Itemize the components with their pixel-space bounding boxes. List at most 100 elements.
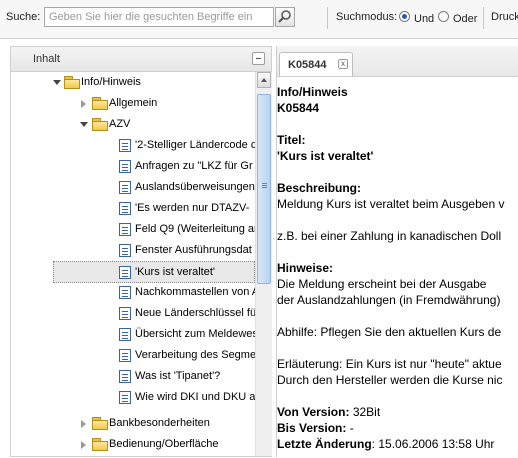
folder-icon <box>92 417 108 430</box>
letzte-aenderung-value: : 15.06.2006 13:58 Uhr <box>371 437 495 451</box>
search-label: Suche: <box>6 11 41 23</box>
hinweise-label: Hinweise: <box>277 261 334 275</box>
magnifier-icon <box>278 10 291 23</box>
tree-node-bankbesonderheiten[interactable]: Bankbesonderheiten <box>11 413 255 435</box>
document-icon <box>119 307 131 320</box>
mode-oder-label: Oder <box>453 13 478 25</box>
tree-node-doc[interactable]: '2-Stelliger Ländercode d <box>11 135 255 157</box>
abhilfe-text: Abhilfe: Pflegen Sie den aktuellen Kurs … <box>277 325 502 339</box>
tree-node-doc[interactable]: Fenster Ausführungsdat <box>11 240 255 262</box>
hinweise-text: Die Meldung erscheint bei der Ausgabe <box>277 277 487 291</box>
toolbar: Suche: Suchmodus: Und Oder Druck <box>0 0 518 39</box>
expand-toggle-icon[interactable] <box>80 122 88 127</box>
tab-close-icon[interactable]: x <box>338 59 348 69</box>
bis-version-value: - <box>349 421 354 435</box>
letzte-aenderung-row: Letzte Änderung: 15.06.2006 13:58 Uhr <box>277 436 494 452</box>
document-icon <box>119 244 131 257</box>
search-mode-label: Suchmodus: <box>336 11 398 23</box>
mode-und-radio[interactable] <box>399 11 410 22</box>
collapse-toggle-icon[interactable] <box>81 441 86 449</box>
letzte-aenderung-label: Letzte Änderung <box>277 437 372 451</box>
beschreibung-label: Beschreibung: <box>277 181 362 195</box>
topic-id: K05844 <box>277 101 320 115</box>
topic-content: Info/Hinweis K05844 Titel: 'Kurs ist ver… <box>277 84 518 457</box>
tree-node-label: Was ist 'Tipanet'? <box>135 370 221 382</box>
von-version-label: Von Version: <box>277 405 350 419</box>
tree-node-label: Verarbeitung des Segme <box>135 349 255 361</box>
scrollbar-thumb[interactable] <box>257 94 271 284</box>
folder-open-icon <box>64 76 80 89</box>
titel-label: Titel: <box>277 133 306 147</box>
tree-node-label: Neue Länderschlüssel fü <box>135 307 255 319</box>
document-icon <box>119 328 131 341</box>
expand-toggle-icon[interactable] <box>53 80 61 85</box>
tree-node-selected[interactable]: 'Kurs ist veraltet' <box>53 261 255 283</box>
mode-und-label: Und <box>414 13 435 25</box>
bis-version-label: Bis Version: <box>277 421 347 435</box>
von-version-row: Von Version: 32Bit <box>277 404 380 420</box>
collapse-toggle-icon[interactable] <box>81 420 86 428</box>
tree-node-bedienung[interactable]: Bedienung/Oberfläche <box>11 434 255 456</box>
scroll-up-arrow-icon[interactable] <box>257 72 271 88</box>
topic-category: Info/Hinweis <box>277 85 348 99</box>
tree-node-doc[interactable]: Neue Länderschlüssel fü <box>11 303 255 325</box>
tree-node-doc[interactable]: Feld Q9 (Weiterleitung an <box>11 219 255 241</box>
tab-label: K05844 <box>288 59 327 71</box>
folder-icon <box>92 97 108 110</box>
document-icon <box>119 160 131 173</box>
document-icon <box>119 223 131 236</box>
tree-node-info-hinweis[interactable]: Info/Hinweis <box>11 72 255 94</box>
tree-node-label: Nachkommastellen von A <box>135 286 255 298</box>
contents-title: Inhalt <box>33 53 60 65</box>
tree-node-allgemein[interactable]: Allgemein <box>11 93 255 115</box>
tree-node-label: Übersicht zum Meldewes <box>135 328 255 340</box>
tab-bar: K05844 x <box>277 46 518 77</box>
tree-node-label: Fenster Ausführungsdat <box>135 244 252 256</box>
tree-node-doc[interactable]: Übersicht zum Meldewes <box>11 324 255 346</box>
tree-node-doc[interactable]: Verarbeitung des Segme <box>11 345 255 367</box>
tree-node-label: Info/Hinweis <box>81 76 141 88</box>
tree-node-label: '2-Stelliger Ländercode d <box>135 139 255 151</box>
bis-version-row: Bis Version: - <box>277 420 354 436</box>
collapse-button[interactable] <box>252 52 265 65</box>
search-input[interactable] <box>44 7 274 27</box>
tree-scrollbar[interactable] <box>255 72 272 456</box>
von-version-value: 32Bit <box>352 405 381 419</box>
tree-node-label: AZV <box>109 118 131 130</box>
hinweise-text: der Auslandzahlungen (in Fremdwährung) <box>277 293 501 307</box>
tree-node-label: Allgemein <box>109 97 158 109</box>
tree-node-label: Auslandsüberweisungen <box>135 181 255 193</box>
document-icon <box>119 286 131 299</box>
tree-node-doc[interactable]: Was ist 'Tipanet'? <box>11 366 255 388</box>
topic-panel: K05844 x Info/Hinweis K05844 Titel: 'Kur… <box>276 46 518 457</box>
tree-node-label: Feld Q9 (Weiterleitung an <box>135 223 255 235</box>
erlaeuterung-text: Erläuterung: Ein Kurs ist nur "heute" ak… <box>277 357 502 371</box>
tree-node-label: Bankbesonderheiten <box>109 417 210 429</box>
tree-node-label: Bedienung/Oberfläche <box>109 438 219 450</box>
mode-oder-radio[interactable] <box>438 11 449 22</box>
folder-icon <box>92 438 108 451</box>
document-icon <box>119 181 131 194</box>
contents-tree: Info/Hinweis Allgemein AZV '2-Stelliger … <box>11 72 255 458</box>
tree-node-doc[interactable]: Auslandsüberweisungen <box>11 177 255 199</box>
tree-node-label: 'Kurs ist veraltet' <box>135 266 216 278</box>
tree-node-azv[interactable]: AZV <box>11 114 255 136</box>
tree-node-doc[interactable]: Anfragen zu "LKZ für Gr <box>11 156 255 178</box>
document-icon <box>119 139 131 152</box>
folder-open-icon <box>92 118 108 131</box>
toolbar-separator <box>483 7 484 29</box>
document-icon <box>119 349 131 362</box>
contents-header: Inhalt <box>11 47 271 72</box>
tree-node-label: Wie wird DKI und DKU a <box>135 391 255 403</box>
tab-k05844[interactable]: K05844 x <box>279 52 353 76</box>
search-button[interactable] <box>275 7 295 27</box>
beispiel-text: z.B. bei einer Zahlung in kanadischen Do… <box>277 229 502 243</box>
collapse-toggle-icon[interactable] <box>81 100 86 108</box>
tree-node-label: 'Es werden nur DTAZV- <box>135 202 250 214</box>
tree-node-doc[interactable]: Wie wird DKI und DKU a <box>11 387 255 409</box>
print-button[interactable]: Druck <box>491 11 518 23</box>
document-icon <box>119 391 131 404</box>
tree-node-doc[interactable]: 'Es werden nur DTAZV- <box>11 198 255 220</box>
tree-node-doc[interactable]: Nachkommastellen von A <box>11 282 255 304</box>
document-icon <box>119 266 131 279</box>
